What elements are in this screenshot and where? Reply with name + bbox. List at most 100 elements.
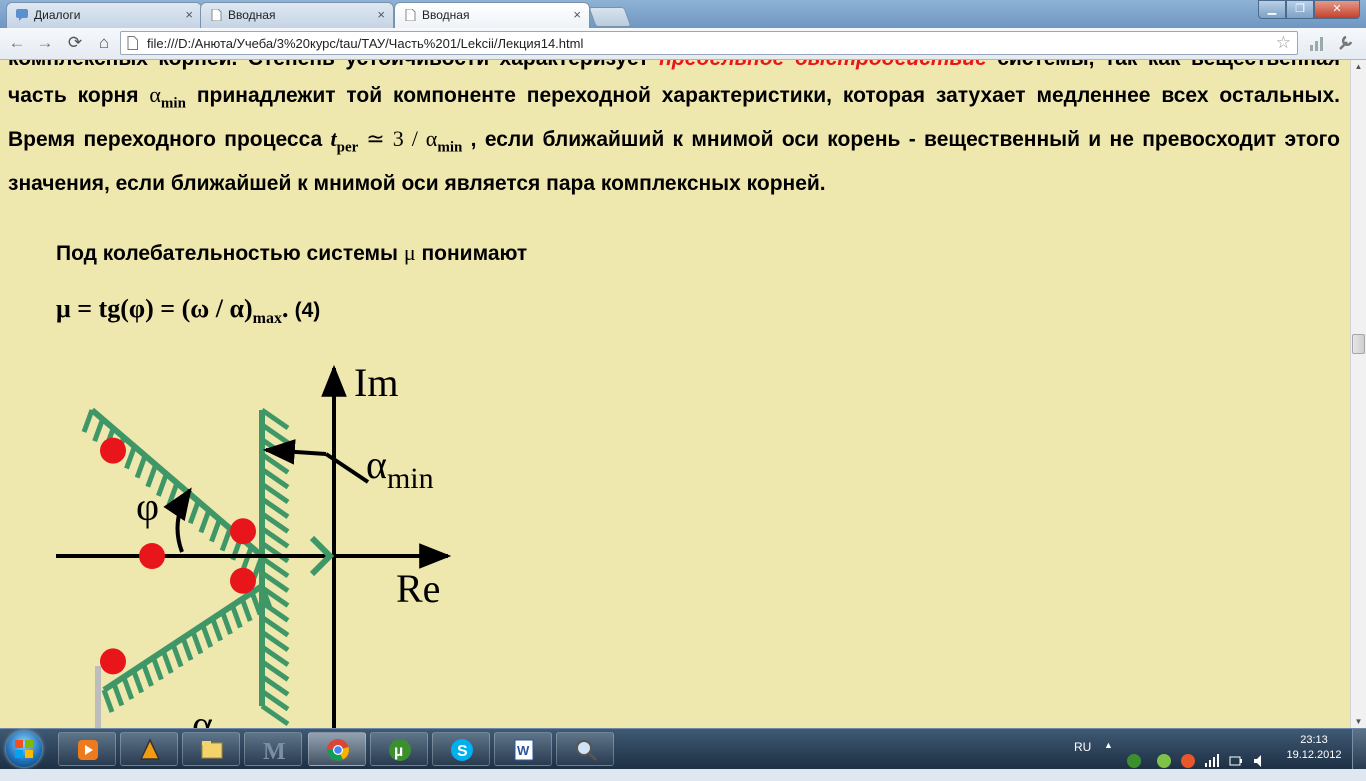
chrome-icon — [327, 739, 349, 761]
scroll-down-icon[interactable]: ▼ — [1353, 717, 1364, 726]
svg-text:S: S — [457, 743, 468, 760]
forward-button[interactable]: → — [34, 32, 56, 54]
lower-sector-boundary-hatch — [141, 663, 154, 687]
tab-vvodnaya-1[interactable]: Вводная × — [200, 2, 394, 28]
clock-date: 19.12.2012 — [1286, 749, 1342, 761]
text-line: , если — [470, 128, 535, 152]
highlight-text: предельное быстродействие — [659, 60, 987, 70]
tab-vvodnaya-active[interactable]: Вводная × — [394, 2, 590, 28]
taskbar-app-word[interactable]: W — [494, 732, 552, 766]
text-line: принадлежит той компоненте переходной ха… — [196, 84, 832, 107]
upper-sector-boundary-hatch — [187, 500, 201, 525]
address-bar[interactable]: file:///D:/Анюта/Учеба/3%20курс/tau/ТАУ/… — [120, 31, 1298, 55]
tab-title: Вводная — [228, 8, 276, 22]
windows-logo-icon — [15, 740, 33, 758]
taskbar-app-mathcad[interactable]: M — [244, 732, 302, 766]
upper-sector-boundary-hatch — [198, 509, 212, 534]
skype-icon: S — [451, 739, 473, 761]
wrench-icon[interactable] — [1335, 33, 1355, 53]
signal-bars-icon[interactable] — [1307, 33, 1327, 53]
taskbar-app-vlc[interactable] — [120, 732, 178, 766]
signal-tray-icon[interactable] — [1204, 741, 1220, 781]
lower-sector-boundary-hatch — [151, 656, 164, 681]
taskbar-app-chrome[interactable] — [308, 732, 366, 766]
new-tab-button[interactable] — [588, 7, 632, 27]
tab-close-icon[interactable]: × — [573, 7, 581, 22]
tab-dialogi[interactable]: Диалоги × — [6, 2, 202, 28]
lower-sector-boundary-hatch — [111, 682, 125, 707]
formula-expression: μ = tg(φ) = (ω / α)max. — [56, 294, 289, 328]
page-icon — [127, 36, 138, 50]
taskbar-app-utorrent[interactable]: µ — [370, 732, 428, 766]
lower-sector-boundary-hatch — [170, 643, 184, 668]
tab-close-icon[interactable]: × — [185, 7, 193, 22]
svg-text:M: M — [263, 739, 286, 762]
chat-icon — [16, 9, 28, 21]
antivirus-tray-icon[interactable] — [1180, 741, 1196, 781]
volume-tray-icon[interactable] — [1252, 741, 1268, 781]
network-tray-icon[interactable] — [1156, 741, 1172, 781]
taskbar: M µ S W RU ▲ 23:13 19.12.2012 — [0, 728, 1366, 769]
close-window-button[interactable]: ✕ — [1314, 0, 1360, 19]
alpha-min-symbol: αmin — [149, 82, 186, 112]
lower-sector-boundary-hatch — [210, 617, 223, 642]
upper-sector-boundary-hatch — [156, 473, 169, 497]
winamp-icon — [78, 740, 98, 760]
url-text[interactable]: file:///D:/Анюта/Учеба/3%20курс/tau/ТАУ/… — [147, 36, 583, 51]
mathcad-icon: M — [263, 739, 286, 762]
word-icon: W — [514, 739, 534, 761]
tray-expand-icon[interactable]: ▲ — [1104, 740, 1113, 780]
utorrent-icon: µ — [389, 739, 411, 761]
upper-sector-boundary-hatch — [166, 482, 180, 506]
back-button[interactable]: ← — [6, 32, 28, 54]
power-tray-icon[interactable] — [1228, 741, 1244, 781]
magnifier-icon — [576, 740, 598, 762]
vlc-icon — [139, 738, 161, 760]
lower-sector-boundary-hatch — [101, 689, 115, 713]
system-clock[interactable]: 23:13 19.12.2012 — [1286, 733, 1342, 763]
lower-sector-boundary-hatch — [131, 669, 144, 694]
page-content: комплексных корней. Степень устойчивости… — [0, 60, 1350, 728]
vertical-scrollbar[interactable]: ▲ ▼ — [1350, 60, 1366, 728]
utorrent-tray-icon[interactable] — [1126, 741, 1142, 781]
taskbar-app-magnifier[interactable] — [556, 732, 614, 766]
alpha-bottom-label: α — [192, 702, 213, 728]
lower-sector-boundary-hatch — [190, 630, 204, 655]
text-line: системы, — [997, 60, 1094, 70]
tab-title: Вводная — [422, 8, 470, 22]
tab-close-icon[interactable]: × — [377, 7, 385, 22]
alpha-min-label: αmin — [366, 442, 434, 495]
upper-sector-boundary-hatch — [92, 418, 105, 442]
scroll-up-icon[interactable]: ▲ — [1353, 62, 1364, 71]
taskbar-app-winamp[interactable] — [58, 732, 116, 766]
svg-text:µ: µ — [394, 743, 403, 760]
alpha-min-arrow-head — [262, 439, 327, 465]
svg-text:W: W — [517, 743, 530, 758]
phi-arc-arrow — [163, 487, 192, 553]
reload-button[interactable]: ⟳ — [64, 32, 86, 54]
browser-toolbar: ← → ⟳ ⌂ file:///D:/Анюта/Учеба/3%20курс/… — [0, 28, 1366, 60]
show-desktop-button[interactable] — [1352, 729, 1366, 769]
taskbar-app-skype[interactable]: S — [432, 732, 490, 766]
lower-sector-boundary-hatch — [160, 650, 174, 674]
start-button[interactable] — [6, 731, 42, 767]
oscillation-definition: Под колебательностью системы μ понимают — [56, 240, 528, 265]
mu-symbol: μ — [403, 240, 416, 265]
text-line: к мнимой оси является пара комплексных к… — [297, 171, 826, 195]
lower-sector-boundary-hatch — [200, 624, 214, 648]
maximize-button[interactable]: ❐ — [1286, 0, 1314, 19]
text-line: комплексных корней. Степень устойчивости… — [8, 60, 649, 70]
taskbar-app-explorer[interactable] — [182, 732, 240, 766]
bookmark-star-icon[interactable]: ☆ — [1276, 33, 1291, 53]
formula-4: μ = tg(φ) = (ω / α)max. (4) — [56, 294, 320, 328]
root-point — [230, 518, 256, 545]
lower-sector-boundary-hatch — [239, 598, 253, 622]
re-label: Re — [396, 566, 440, 611]
scroll-thumb[interactable] — [1352, 334, 1365, 354]
page-icon — [405, 9, 416, 21]
language-indicator[interactable]: RU — [1074, 740, 1091, 780]
tab-strip: Диалоги × Вводная × Вводная × ▁ ❐ ✕ — [0, 0, 1366, 28]
lower-sector-boundary-hatch — [249, 591, 263, 616]
home-button[interactable]: ⌂ — [93, 32, 115, 54]
minimize-button[interactable]: ▁ — [1258, 0, 1286, 19]
